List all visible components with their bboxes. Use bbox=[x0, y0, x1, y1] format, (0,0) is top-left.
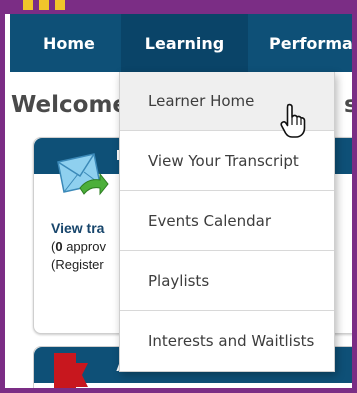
nav-performance[interactable]: Performan bbox=[269, 14, 352, 72]
approvals-text: (0 approv bbox=[51, 239, 106, 254]
welcome-heading-tail: s bbox=[344, 92, 357, 118]
registered-text: (Register bbox=[51, 257, 104, 272]
menu-item-view-transcript[interactable]: View Your Transcript bbox=[120, 132, 334, 191]
menu-item-events-calendar[interactable]: Events Calendar bbox=[120, 192, 334, 251]
partial-heading-icon bbox=[23, 0, 65, 10]
nav-learning[interactable]: Learning bbox=[121, 14, 248, 72]
menu-item-playlists[interactable]: Playlists bbox=[120, 252, 334, 311]
view-transcript-link[interactable]: View tra bbox=[51, 220, 104, 236]
approvals-count: 0 bbox=[55, 239, 63, 254]
red-flag-icon bbox=[54, 353, 88, 388]
top-bar bbox=[5, 0, 352, 14]
menu-item-interests-waitlists[interactable]: Interests and Waitlists bbox=[120, 312, 334, 371]
app-frame: Home Learning Performan Welcome s I View… bbox=[0, 0, 357, 393]
nav-home[interactable]: Home bbox=[43, 14, 95, 72]
hand-pointer-cursor-icon bbox=[280, 103, 306, 138]
envelope-refresh-icon bbox=[57, 153, 109, 196]
welcome-heading: Welcome bbox=[11, 92, 129, 118]
main-navigation: Home Learning Performan bbox=[10, 14, 352, 72]
